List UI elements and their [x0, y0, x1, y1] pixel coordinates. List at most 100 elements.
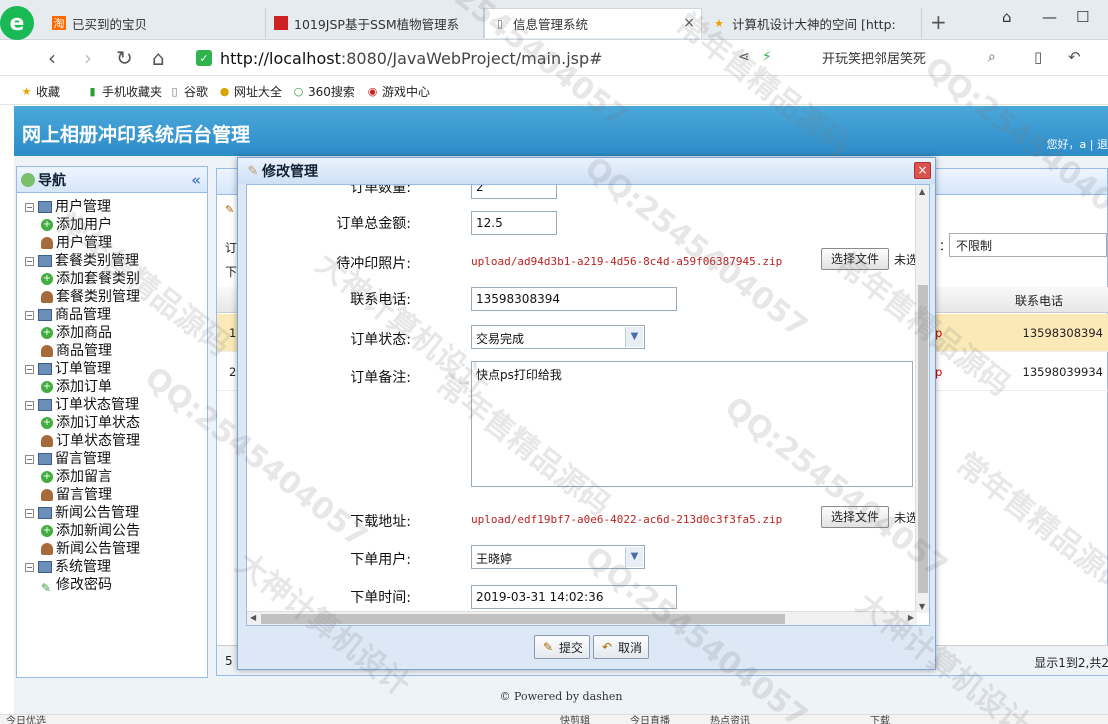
sidebar-group[interactable]: − 用户管理 [17, 198, 207, 216]
sidebar-group[interactable]: − 订单状态管理 [17, 396, 207, 414]
minimize-icon[interactable]: — [1042, 8, 1057, 26]
phone-input[interactable]: 13598308394 [471, 287, 677, 311]
status-item[interactable]: 热点资讯 [710, 715, 750, 724]
new-tab-icon[interactable]: + [930, 10, 947, 34]
bookmark-games[interactable]: ◉ 游戏中心 [366, 83, 430, 100]
browser-tab-active[interactable]: ▯ 信息管理系统 × [484, 8, 702, 38]
page-size-select[interactable]: 5 [225, 654, 233, 668]
order-time-input[interactable]: 2019-03-31 14:02:36 [471, 585, 677, 609]
sidebar-item[interactable]: 留言管理 [17, 486, 207, 504]
bookmark-sites[interactable]: ● 网址大全 [218, 83, 282, 100]
chevron-down-icon[interactable]: ▼ [625, 547, 643, 567]
url-field[interactable]: ✓ http://localhost:8080/JavaWebProject/m… [196, 46, 716, 70]
status-item[interactable]: 下载 [870, 715, 890, 724]
scroll-thumb[interactable] [918, 285, 928, 593]
sidebar-group[interactable]: − 新闻公告管理 [17, 504, 207, 522]
bookmark-mobile[interactable]: ▮ 手机收藏夹 [86, 83, 162, 100]
user-greeting[interactable]: 您好，a | 退 [1047, 136, 1108, 152]
sidebar-item-label: 添加用户 [56, 217, 112, 233]
collapse-icon[interactable]: − [25, 562, 34, 572]
phone-icon: ▮ [89, 85, 96, 98]
sidebar-item-label: 添加套餐类别 [56, 271, 140, 287]
chevron-down-icon[interactable]: ▼ [625, 327, 643, 347]
bookmark-label: 手机收藏夹 [102, 85, 163, 99]
search-icon[interactable]: ⌕ [988, 49, 996, 65]
scroll-left-icon[interactable]: ◀ [250, 613, 256, 622]
close-dialog-button[interactable]: × [914, 162, 931, 179]
edit-icon[interactable]: ✎ [225, 203, 234, 216]
choose-download-file-button[interactable]: 选择文件 [821, 506, 889, 528]
sidebar-group[interactable]: − 留言管理 [17, 450, 207, 468]
sidebar-item[interactable]: 用户管理 [17, 234, 207, 252]
browser-tab-4[interactable]: ★ 计算机设计大神的空间 [http: [704, 8, 922, 38]
query-label-1: 订 [225, 241, 238, 255]
status-filter-select[interactable]: 不限制 [949, 233, 1107, 257]
sidebar-item[interactable]: 新闻公告管理 [17, 540, 207, 558]
sidebar-item[interactable]: ✎ 修改密码 [17, 576, 207, 595]
order-total-input[interactable]: 12.5 [471, 211, 557, 235]
sidebar-item[interactable]: + 添加商品 [17, 324, 207, 342]
vertical-scrollbar[interactable]: ▲ ▼ [915, 185, 929, 613]
sidebar-item[interactable]: + 添加留言 [17, 468, 207, 486]
sidebar-item[interactable]: + 添加订单状态 [17, 414, 207, 432]
collapse-icon[interactable]: − [25, 256, 34, 266]
bookmark-google[interactable]: ▯ 谷歌 [168, 83, 208, 100]
collapse-icon[interactable]: − [25, 508, 34, 518]
maximize-icon[interactable]: ☐ [1076, 8, 1089, 26]
order-count-row: 订单数量: 2 [247, 185, 917, 201]
order-status-select[interactable]: 交易完成 ▼ [471, 325, 645, 349]
lightning-icon[interactable]: ⚡ [762, 49, 772, 65]
sidebar-item[interactable]: 套餐类别管理 [17, 288, 207, 306]
remark-textarea[interactable]: 快点ps打印给我 [471, 361, 913, 487]
choose-photo-file-button[interactable]: 选择文件 [821, 248, 889, 270]
collapse-icon[interactable]: − [25, 310, 34, 320]
sidebar-group[interactable]: − 商品管理 [17, 306, 207, 324]
scroll-thumb[interactable] [261, 614, 785, 624]
scroll-down-icon[interactable]: ▼ [919, 602, 925, 611]
collapse-icon[interactable]: « [191, 171, 201, 189]
collapse-icon[interactable]: − [25, 202, 34, 212]
order-user-select[interactable]: 王晓婷 ▼ [471, 545, 645, 569]
shirt-icon[interactable]: ⌂ [1002, 8, 1012, 26]
scroll-up-icon[interactable]: ▲ [919, 187, 925, 196]
browser-tab-1[interactable]: 淘 已买到的宝贝 [44, 8, 266, 38]
row-link[interactable]: p [935, 365, 942, 379]
sidebar-item[interactable]: + 添加新闻公告 [17, 522, 207, 540]
photo-file-link[interactable]: upload/ad94d3b1-a219-4d56-8c4d-a59f06387… [471, 255, 782, 268]
submit-button[interactable]: ✎ 提交 [534, 635, 591, 659]
cancel-button[interactable]: ↶ 取消 [593, 635, 650, 659]
collapse-icon[interactable]: − [25, 364, 34, 374]
share-icon[interactable]: ⋖ [738, 49, 750, 65]
sidebar-group[interactable]: − 订单管理 [17, 360, 207, 378]
home-icon[interactable]: ⌂ [152, 46, 165, 70]
status-item[interactable]: 快剪辑 [560, 715, 590, 724]
collapse-icon[interactable]: − [25, 454, 34, 464]
status-item[interactable]: 今日直播 [630, 715, 670, 724]
sidebar-item[interactable]: 订单状态管理 [17, 432, 207, 450]
back-icon[interactable]: ‹ [48, 46, 56, 70]
reload-icon[interactable]: ↻ [116, 46, 133, 70]
browser-tab-2[interactable]: 1019JSP基于SSM植物管理系 [266, 8, 484, 38]
bookmark-favorites[interactable]: ★ 收藏 [20, 83, 60, 100]
undo-icon[interactable]: ↶ [1068, 48, 1081, 66]
close-tab-icon[interactable]: × [683, 15, 695, 31]
search-input[interactable]: 开玩笑把邻居笑死 [822, 48, 1012, 68]
scroll-right-icon[interactable]: ▶ [908, 613, 914, 622]
collapse-icon[interactable]: − [25, 400, 34, 410]
sidebar-item[interactable]: + 添加套餐类别 [17, 270, 207, 288]
status-left[interactable]: 今日优选 [6, 715, 46, 724]
bookmark-360[interactable]: ○ 360搜索 [292, 83, 355, 100]
user-row: 下单用户: 王晓婷 ▼ [247, 543, 917, 573]
order-count-input[interactable]: 2 [471, 185, 557, 199]
sidebar-group[interactable]: − 套餐类别管理 [17, 252, 207, 270]
column-phone[interactable]: 联系电话 [1015, 292, 1063, 309]
sidebar-group[interactable]: − 系统管理 [17, 558, 207, 576]
horizontal-scrollbar[interactable]: ◀ ▶ [247, 611, 917, 625]
row-link[interactable]: p [935, 326, 942, 340]
forward-icon[interactable]: › [84, 46, 92, 70]
sidebar-item[interactable]: + 添加用户 [17, 216, 207, 234]
phone-icon[interactable]: ▯ [1034, 48, 1042, 66]
sidebar-item[interactable]: + 添加订单 [17, 378, 207, 396]
download-file-link[interactable]: upload/edf19bf7-a0e6-4022-ac6d-213d0c3f3… [471, 513, 782, 526]
sidebar-item[interactable]: 商品管理 [17, 342, 207, 360]
